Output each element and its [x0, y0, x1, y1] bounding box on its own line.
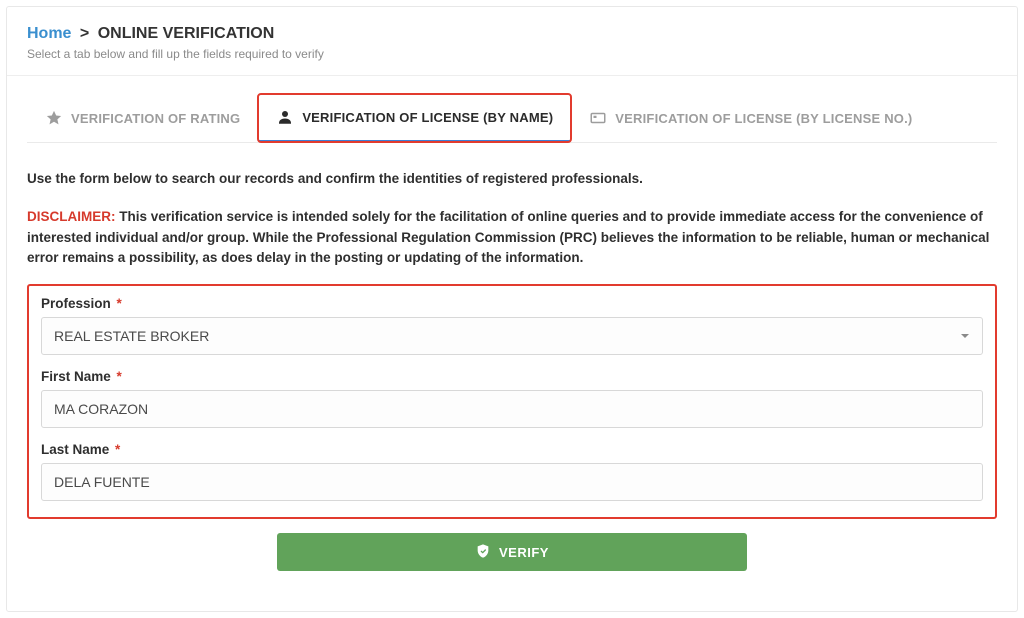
tab-verification-by-license-no[interactable]: VERIFICATION OF LICENSE (BY LICENSE NO.) [571, 94, 930, 142]
label-text: First Name [41, 369, 111, 384]
tab-label: VERIFICATION OF RATING [71, 111, 240, 126]
label-text: Profession [41, 296, 111, 311]
field-profession: Profession * REAL ESTATE BROKER [41, 296, 983, 355]
verify-button[interactable]: VERIFY [277, 533, 747, 571]
last-name-input-wrap [41, 463, 983, 501]
verify-row: VERIFY [27, 533, 997, 571]
page-subheading: Select a tab below and fill up the field… [27, 47, 997, 61]
tab-label: VERIFICATION OF LICENSE (BY LICENSE NO.) [615, 111, 912, 126]
tab-verification-rating[interactable]: VERIFICATION OF RATING [27, 94, 258, 142]
breadcrumb: Home > ONLINE VERIFICATION [27, 25, 997, 43]
page-header: Home > ONLINE VERIFICATION Select a tab … [7, 7, 1017, 76]
tab-verification-by-name[interactable]: VERIFICATION OF LICENSE (BY NAME) [258, 94, 571, 142]
required-mark: * [115, 442, 120, 457]
chevron-down-icon [960, 328, 970, 344]
required-mark: * [117, 296, 122, 311]
required-mark: * [117, 369, 122, 384]
last-name-input[interactable] [54, 464, 970, 500]
search-form: Profession * REAL ESTATE BROKER First Na… [27, 284, 997, 519]
shield-check-icon [475, 543, 491, 562]
content-area: VERIFICATION OF RATING VERIFICATION OF L… [7, 94, 1017, 571]
star-icon [45, 109, 63, 127]
profession-label: Profession * [41, 296, 983, 311]
first-name-label: First Name * [41, 369, 983, 384]
instructions-text: Use the form below to search our records… [27, 169, 997, 189]
breadcrumb-home-link[interactable]: Home [27, 25, 71, 42]
tab-label: VERIFICATION OF LICENSE (BY NAME) [302, 110, 553, 125]
breadcrumb-title: ONLINE VERIFICATION [98, 25, 275, 42]
label-text: Last Name [41, 442, 109, 457]
field-last-name: Last Name * [41, 442, 983, 501]
last-name-label: Last Name * [41, 442, 983, 457]
profession-value: REAL ESTATE BROKER [54, 328, 209, 344]
card-icon [589, 109, 607, 127]
disclaimer-text: This verification service is intended so… [27, 209, 989, 265]
verify-button-label: VERIFY [499, 545, 549, 560]
breadcrumb-separator: > [80, 25, 89, 42]
disclaimer-block: DISCLAIMER: This verification service is… [27, 207, 997, 268]
tabs-row: VERIFICATION OF RATING VERIFICATION OF L… [27, 94, 997, 143]
field-first-name: First Name * [41, 369, 983, 428]
first-name-input[interactable] [54, 391, 970, 427]
page-container: Home > ONLINE VERIFICATION Select a tab … [6, 6, 1018, 612]
person-icon [276, 108, 294, 126]
disclaimer-label: DISCLAIMER: [27, 209, 116, 224]
profession-select[interactable]: REAL ESTATE BROKER [41, 317, 983, 355]
first-name-input-wrap [41, 390, 983, 428]
